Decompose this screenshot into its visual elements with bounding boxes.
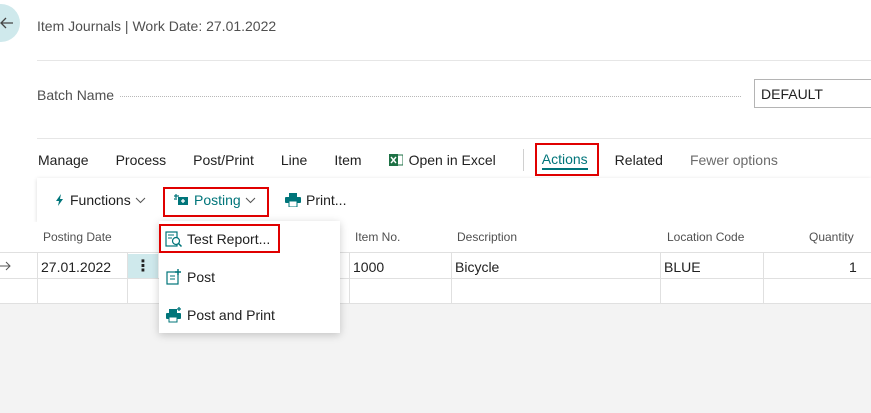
post-and-print-label: Post and Print [187,307,275,323]
highlight-actions [535,143,599,176]
cell-location-code[interactable]: BLUE [664,259,701,275]
print-button[interactable]: Print... [285,188,346,212]
cell-quantity[interactable]: 1 [849,259,857,275]
lightning-icon [56,194,63,206]
batch-name-label: Batch Name [37,87,115,103]
menu-item[interactable]: Item [334,152,361,168]
post-menu-item[interactable]: Post [159,262,340,292]
post-icon [166,269,181,285]
column-description[interactable]: Description [457,230,517,244]
functions-button[interactable]: Functions [55,188,151,212]
empty-area [0,304,871,413]
post-and-print-icon [166,307,181,323]
menu-process[interactable]: Process [116,152,167,168]
chevron-down-icon [135,197,146,203]
field-leader-dots [120,96,741,97]
row-indicator-arrow-icon [0,261,11,271]
printer-icon [285,193,301,207]
cell-description[interactable]: Bicycle [455,259,499,275]
grid-line [660,252,661,304]
table-row[interactable] [0,279,871,304]
grid-line [451,252,452,304]
functions-label: Functions [70,192,131,208]
fewer-options-button[interactable]: Fewer options [690,152,778,168]
open-in-excel-button[interactable]: Open in Excel [388,152,496,168]
row-actions-kebab-icon[interactable]: ⋮ [128,254,158,278]
column-posting-date[interactable]: Posting Date [43,230,112,244]
highlight-posting [163,187,269,217]
grid-line [763,252,764,304]
divider [37,138,871,139]
divider [37,60,871,61]
print-label: Print... [306,192,347,208]
back-button[interactable] [0,4,20,42]
column-quantity[interactable]: Quantity [809,230,854,244]
grid-line [349,252,350,304]
batch-name-field[interactable] [754,79,871,108]
open-in-excel-label: Open in Excel [408,152,496,168]
highlight-test-report [159,224,280,253]
menu-line[interactable]: Line [281,152,307,168]
action-menu-bar: Manage Process Post/Print Line Item Open… [38,149,805,171]
menu-related[interactable]: Related [615,152,663,168]
menu-separator [522,149,524,171]
excel-icon [388,154,403,166]
menu-post-print[interactable]: Post/Print [193,152,254,168]
cell-posting-date[interactable]: 27.01.2022 [41,259,111,275]
grid-line [37,252,38,304]
back-arrow-icon [0,17,13,29]
cell-item-no[interactable]: 1000 [353,259,384,275]
column-location-code[interactable]: Location Code [667,230,744,244]
page-title: Item Journals | Work Date: 27.01.2022 [37,18,277,34]
post-label: Post [187,269,216,285]
menu-manage[interactable]: Manage [38,152,89,168]
post-and-print-menu-item[interactable]: Post and Print [159,300,340,330]
column-item-no[interactable]: Item No. [355,230,400,244]
